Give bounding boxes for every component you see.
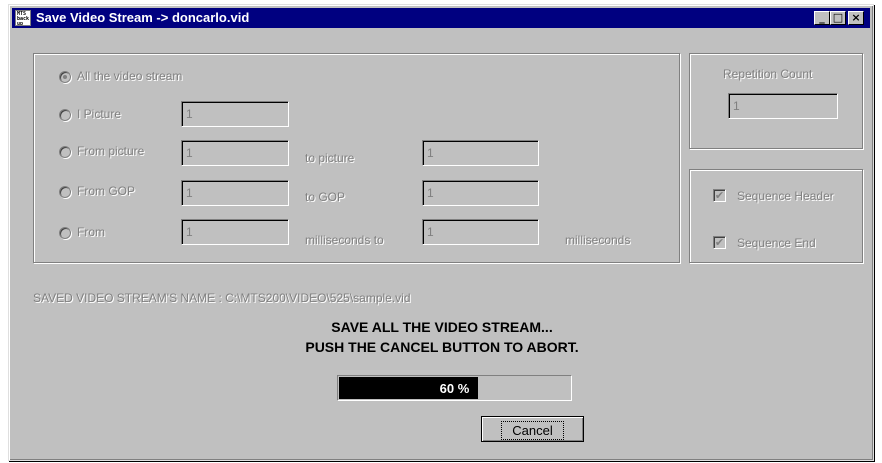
sequence-end-checkbox[interactable]: ✔: [713, 236, 726, 249]
from-picture-label: From picture: [77, 144, 145, 158]
radio-from-picture[interactable]: [59, 146, 71, 158]
cancel-button-label: Cancel: [501, 421, 564, 440]
from-ms-input[interactable]: 1: [181, 219, 289, 245]
repetition-count-input[interactable]: 1: [728, 93, 838, 119]
radio-i-picture[interactable]: [59, 109, 71, 121]
ms-unit-label: milliseconds: [565, 233, 631, 247]
to-ms-input[interactable]: 1: [422, 219, 539, 245]
radio-from-gop[interactable]: [59, 186, 71, 198]
saved-stream-name: SAVED VIDEO STREAM'S NAME : C:\MTS200\VI…: [33, 291, 411, 305]
sequence-end-label: Sequence End: [737, 236, 816, 250]
progress-bar: 60 %: [337, 375, 572, 401]
from-ms-label: From: [77, 225, 105, 239]
to-picture-input[interactable]: 1: [422, 140, 539, 166]
status-message-line2: PUSH THE CANCEL BUTTON TO ABORT.: [305, 339, 579, 355]
from-gop-label: From GOP: [77, 184, 136, 198]
window-title: Save Video Stream -> doncarlo.vid: [36, 10, 250, 25]
sequence-header-checkbox[interactable]: ✔: [713, 189, 726, 202]
repetition-count-label: Repetition Count: [723, 67, 813, 81]
app-icon: MTS back up: [15, 10, 31, 26]
title-bar[interactable]: MTS back up Save Video Stream -> doncarl…: [12, 8, 870, 28]
ms-to-label: milliseconds to: [305, 233, 384, 247]
sequence-header-label: Sequence Header: [737, 189, 834, 203]
from-gop-input[interactable]: 1: [181, 180, 289, 206]
minimize-button[interactable]: _: [814, 11, 830, 25]
i-picture-input[interactable]: 1: [181, 101, 289, 127]
range-group: [33, 53, 680, 263]
status-message-line1: SAVE ALL THE VIDEO STREAM...: [331, 319, 553, 335]
to-picture-label: to picture: [305, 151, 355, 165]
save-video-stream-dialog: MTS back up Save Video Stream -> doncarl…: [8, 4, 874, 461]
radio-i-picture-label: I Picture: [77, 107, 122, 121]
from-picture-input[interactable]: 1: [181, 140, 289, 166]
maximize-button[interactable]: □: [830, 11, 846, 25]
radio-all-label: All the video stream: [77, 69, 183, 83]
radio-all-video-stream[interactable]: [59, 71, 71, 83]
to-gop-input[interactable]: 1: [422, 180, 539, 206]
to-gop-label: to GOP: [305, 190, 346, 204]
radio-from-milliseconds[interactable]: [59, 227, 71, 239]
cancel-button[interactable]: Cancel: [481, 416, 584, 442]
progress-label: 60 %: [439, 381, 470, 396]
close-button[interactable]: ×: [848, 11, 864, 25]
